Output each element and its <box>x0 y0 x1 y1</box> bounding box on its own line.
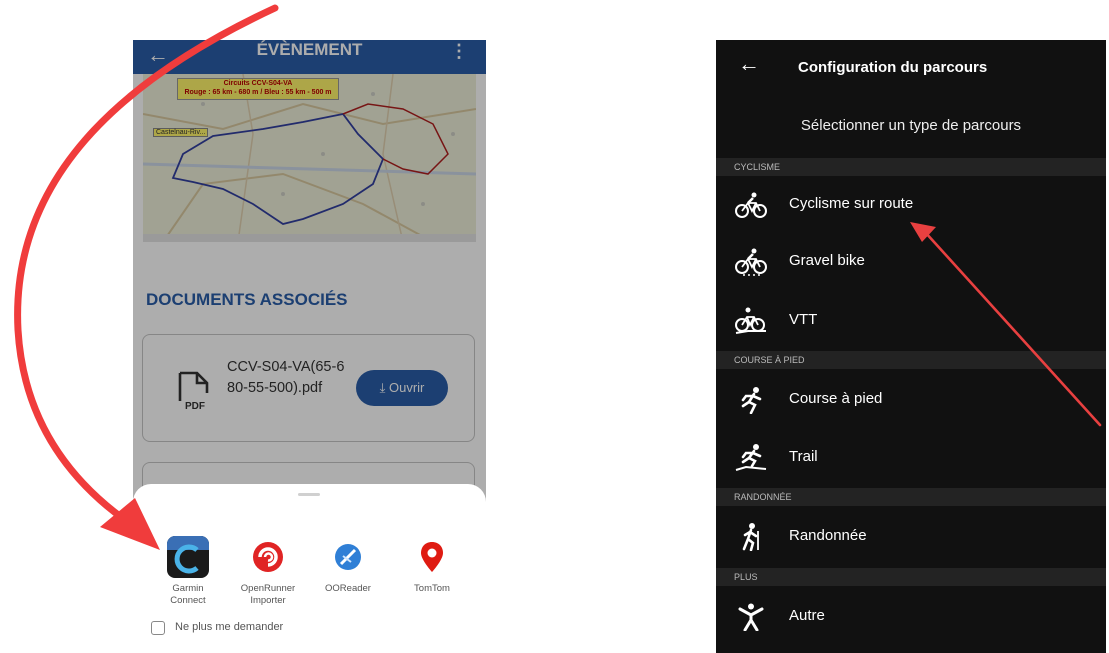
dont-ask-again-label: Ne plus me demander <box>175 621 284 633</box>
dont-ask-again-checkbox[interactable] <box>151 621 165 635</box>
route-type-label: Trail <box>789 448 818 465</box>
page-title: Configuration du parcours <box>798 59 988 76</box>
app-option-ooreader[interactable]: OOReader <box>308 536 388 595</box>
page-subtitle: Sélectionner un type de parcours <box>800 117 1022 134</box>
route-config-screen: ← Configuration du parcours Sélectionner… <box>716 40 1106 653</box>
section-header-hiking: RANDONNÉE <box>716 488 1106 506</box>
app-label: Garmin Connect <box>170 583 206 606</box>
route-type-mtb[interactable]: VTT <box>716 293 1106 349</box>
route-type-label: Course à pied <box>789 390 883 407</box>
app-option-openrunner[interactable]: OpenRunner Importer <box>228 536 308 607</box>
app-label: TomTom <box>414 583 450 594</box>
hiker-icon <box>742 523 759 551</box>
route-type-label: Gravel bike <box>789 252 865 269</box>
gravel-bike-icon <box>735 248 767 276</box>
app-option-tomtom[interactable]: TomTom <box>392 536 472 595</box>
trail-runner-icon <box>735 444 767 471</box>
back-arrow-icon[interactable]: ← <box>738 53 760 75</box>
route-type-label: Randonnée <box>789 527 867 544</box>
route-type-trail[interactable]: Trail <box>716 430 1106 486</box>
mountain-bike-icon <box>735 307 766 334</box>
route-type-other[interactable]: Autre <box>716 589 1106 645</box>
section-header-more: PLUS <box>716 568 1106 586</box>
app-label: OOReader <box>325 583 371 594</box>
openrunner-icon <box>247 536 289 578</box>
section-header-running: COURSE À PIED <box>716 351 1106 369</box>
runner-icon <box>741 387 762 414</box>
route-type-label: VTT <box>789 311 818 328</box>
route-type-label: Cyclisme sur route <box>789 195 914 212</box>
sheet-drag-handle[interactable] <box>298 493 320 496</box>
ooreader-icon <box>327 536 369 578</box>
share-bottom-sheet: Garmin Connect OpenRunner Importer OORea… <box>133 484 486 653</box>
route-type-hiking[interactable]: Randonnée <box>716 509 1106 565</box>
tomtom-icon <box>411 536 453 578</box>
road-bike-icon <box>735 192 767 218</box>
garmin-connect-icon <box>167 536 209 578</box>
route-type-running[interactable]: Course à pied <box>716 372 1106 428</box>
route-type-gravel[interactable]: Gravel bike <box>716 234 1106 290</box>
person-star-icon <box>738 603 764 631</box>
event-screen: ← ÉVÈNEMENT ⋮ Circuits CCV-S04-VA Rouge … <box>133 40 486 653</box>
app-label: OpenRunner Importer <box>240 583 296 606</box>
route-type-road-cycling[interactable]: Cyclisme sur route <box>716 177 1106 233</box>
route-type-label: Autre <box>789 607 825 624</box>
section-header-cycling: CYCLISME <box>716 158 1106 176</box>
app-option-garmin-connect[interactable]: Garmin Connect <box>148 536 228 607</box>
